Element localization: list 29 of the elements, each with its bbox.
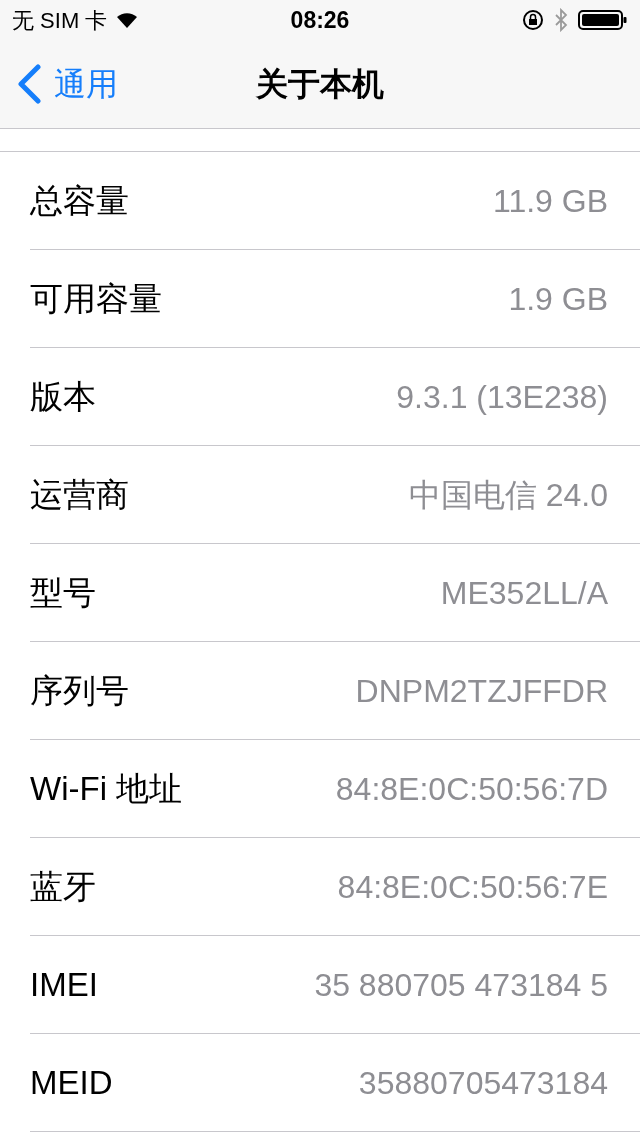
row-value: 9.3.1 (13E238) bbox=[396, 377, 608, 417]
row-value: 35880705473184 bbox=[358, 1063, 608, 1103]
chevron-left-icon bbox=[16, 64, 42, 104]
clock: 08:26 bbox=[290, 5, 350, 35]
back-button[interactable]: 通用 bbox=[0, 60, 118, 108]
row-label: IMEI bbox=[30, 964, 98, 1005]
row-value: 1.9 GB bbox=[508, 279, 608, 319]
bluetooth-icon bbox=[554, 8, 568, 32]
wifi-icon bbox=[115, 11, 140, 29]
row-value: 中国电信 24.0 bbox=[408, 475, 608, 515]
row-label: Wi-Fi 地址 bbox=[30, 768, 183, 809]
row-label: 版本 bbox=[30, 376, 96, 417]
row-label: 总容量 bbox=[30, 180, 129, 221]
row-label: MEID bbox=[30, 1062, 113, 1103]
rotation-lock-icon bbox=[522, 9, 544, 31]
page-title: 关于本机 bbox=[256, 65, 384, 104]
row-label: 可用容量 bbox=[30, 278, 162, 319]
row-value: 84:8E:0C:50:56:7D bbox=[335, 769, 608, 809]
row-value: ME352LL/A bbox=[440, 573, 608, 613]
row-label: 序列号 bbox=[30, 670, 129, 711]
row-value: 84:8E:0C:50:56:7E bbox=[337, 867, 608, 907]
row-value: 11.9 GB bbox=[492, 181, 608, 221]
carrier-label: 无 SIM 卡 bbox=[12, 6, 108, 35]
row-label: 型号 bbox=[30, 572, 96, 613]
battery-icon bbox=[578, 9, 628, 31]
row-value: 35 880705 473184 5 bbox=[314, 965, 608, 1005]
row-label: 运营商 bbox=[30, 474, 129, 515]
row-label: 蓝牙 bbox=[30, 866, 96, 907]
row-value: DNPM2TZJFFDR bbox=[355, 671, 608, 711]
